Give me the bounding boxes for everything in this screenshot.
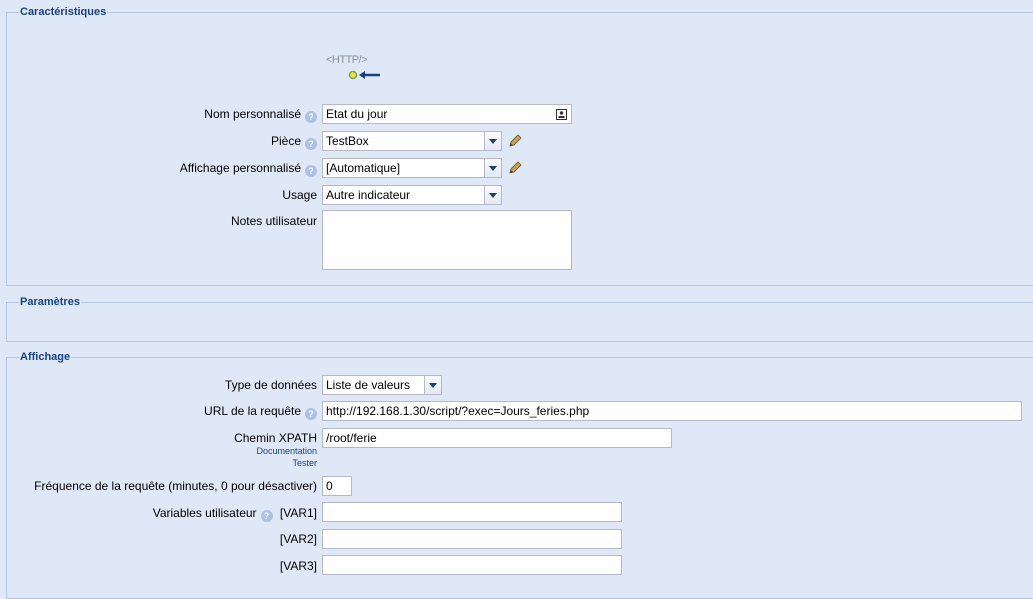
section-title: Paramètres <box>19 296 81 309</box>
section-title: Caractéristiques <box>19 6 108 19</box>
variables-label: Variables utilisateur? [VAR1] <box>152 506 317 522</box>
chevron-down-icon[interactable] <box>484 132 501 150</box>
pencil-icon[interactable] <box>508 161 522 175</box>
nom-label: Nom personnalisé? <box>204 107 317 123</box>
section-parametres: Paramètres <box>6 296 1033 342</box>
type-donnees-select[interactable]: Liste de valeurs <box>322 375 442 395</box>
piece-select[interactable]: TestBox <box>322 131 502 151</box>
var2-label: [VAR2] <box>279 532 317 546</box>
section-title: Affichage <box>19 351 72 364</box>
var3-label: [VAR3] <box>279 559 317 573</box>
pencil-icon[interactable] <box>508 134 522 148</box>
url-label: URL de la requête? <box>204 404 317 420</box>
piece-label: Pièce? <box>271 134 317 150</box>
notes-textarea[interactable] <box>322 210 572 270</box>
documentation-link[interactable]: Documentation <box>256 446 317 457</box>
xpath-input[interactable]: /root/ferie <box>322 428 672 448</box>
usage-select[interactable]: Autre indicateur <box>322 185 502 205</box>
chevron-down-icon[interactable] <box>484 186 501 204</box>
help-icon[interactable]: ? <box>305 165 317 177</box>
notes-label: Notes utilisateur <box>230 214 317 228</box>
frequence-label: Fréquence de la requête (minutes, 0 pour… <box>34 479 317 493</box>
chevron-down-icon[interactable] <box>484 159 501 177</box>
affichage-perso-select[interactable]: [Automatique] <box>322 158 502 178</box>
frequence-input[interactable]: 0 <box>322 476 352 496</box>
nom-input[interactable]: Etat du jour <box>322 104 572 124</box>
usage-label: Usage <box>282 188 317 202</box>
tester-link[interactable]: Tester <box>292 458 317 469</box>
var3-input[interactable] <box>322 555 622 575</box>
contact-card-icon[interactable] <box>556 109 567 120</box>
affichage-perso-label: Affichage personnalisé? <box>180 161 317 177</box>
var2-input[interactable] <box>322 529 622 549</box>
http-device-icon: <HTTP/> <box>326 54 386 84</box>
type-donnees-label: Type de données <box>224 378 317 392</box>
url-input[interactable]: http://192.168.1.30/script/?exec=Jours_f… <box>322 401 1022 421</box>
arrow-left-icon <box>348 70 380 80</box>
var1-input[interactable] <box>322 502 622 522</box>
help-icon[interactable]: ? <box>260 510 273 522</box>
help-icon[interactable]: ? <box>305 111 317 123</box>
help-icon[interactable]: ? <box>305 138 317 150</box>
xpath-label: Chemin XPATH <box>234 431 317 445</box>
help-icon[interactable]: ? <box>305 408 317 420</box>
chevron-down-icon[interactable] <box>424 376 441 394</box>
